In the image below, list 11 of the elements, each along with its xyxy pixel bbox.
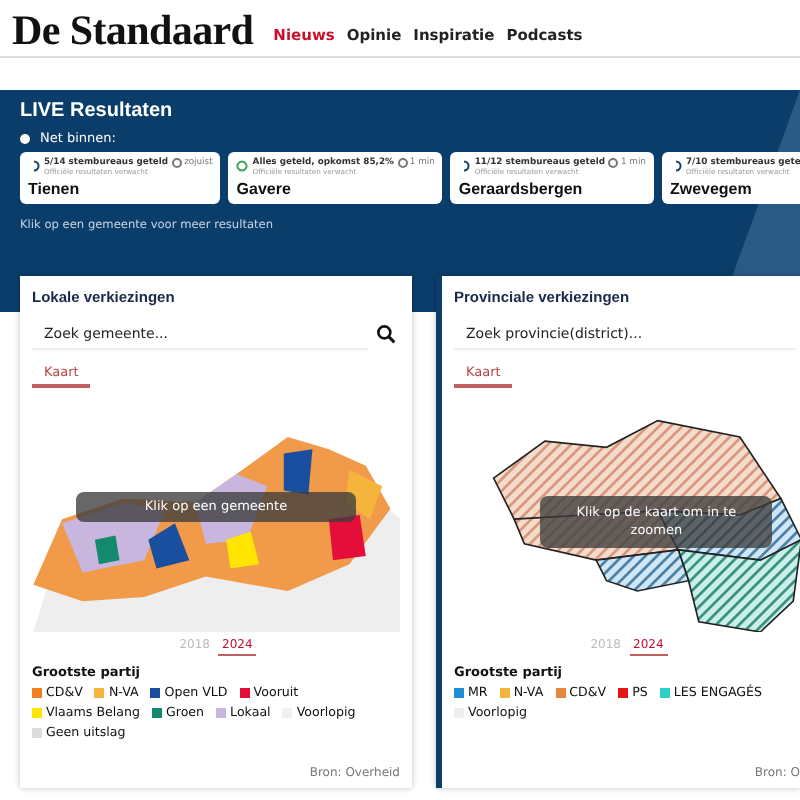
clock-icon [608, 158, 619, 168]
municipality-name: Geraardsbergen [458, 180, 585, 198]
clock-icon [172, 158, 183, 168]
live-dot-icon [20, 133, 30, 143]
logo[interactable]: De Standaard [12, 8, 254, 52]
municipality-name: Gavere [236, 180, 293, 198]
section-title: LIVE Resultaten [20, 100, 175, 122]
municipality-name: Tienen [28, 180, 82, 198]
search-icon[interactable] [376, 324, 396, 344]
municipality-name: Zwevegem [669, 180, 754, 198]
clock-icon [397, 158, 408, 168]
